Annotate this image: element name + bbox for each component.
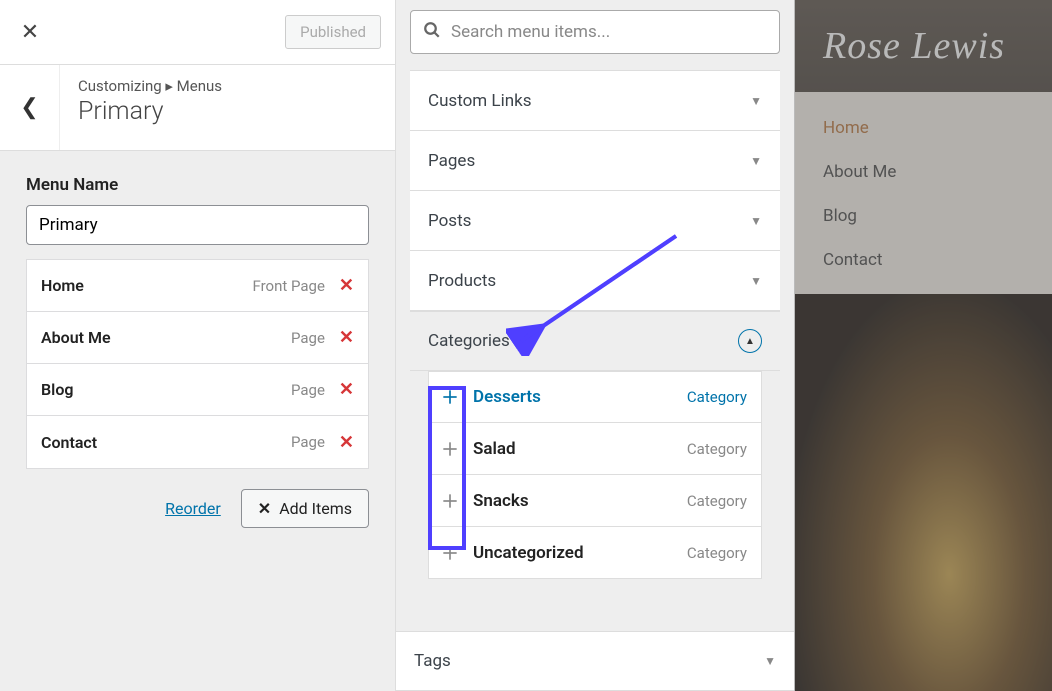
breadcrumb-part: Menus [177,77,222,95]
add-items-button[interactable]: ✕ Add Items [241,489,369,528]
menu-items-list: Home Front Page ✕About Me Page ✕Blog Pag… [26,259,369,469]
remove-item-button[interactable]: ✕ [339,327,354,348]
accordion-label: Custom Links [428,91,532,111]
breadcrumb-sep: ▸ [165,77,176,95]
add-items-label: Add Items [279,499,352,518]
accordion-products[interactable]: Products ▼ [410,251,780,311]
plus-icon[interactable] [433,543,467,563]
chevron-up-icon: ▲ [738,329,762,353]
menu-item[interactable]: Home Front Page ✕ [27,260,368,312]
remove-item-button[interactable]: ✕ [339,379,354,400]
close-icon: ✕ [258,499,271,518]
accordion-list: Custom Links ▼ Pages ▼ Posts ▼ Products ▼ Ca… [410,70,780,579]
accordion-categories[interactable]: Categories ▲ [410,311,780,371]
accordion-label: Products [428,271,496,291]
menu-item-title: Contact [41,433,291,452]
plus-icon[interactable] [433,491,467,511]
category-item[interactable]: Snacks Category [428,475,762,527]
plus-icon[interactable] [433,439,467,459]
category-title: Desserts [473,387,687,407]
breadcrumb-row: ❮ Customizing ▸ Menus Primary [0,65,395,151]
site-preview: Rose Lewis HomeAbout MeBlogContact [795,0,1052,691]
menu-item-title: About Me [41,328,291,347]
accordion-posts[interactable]: Posts ▼ [410,191,780,251]
accordion-label: Categories [428,331,510,351]
menu-name-label: Menu Name [26,175,369,195]
menu-name-input[interactable] [26,205,369,245]
menu-item[interactable]: About Me Page ✕ [27,312,368,364]
category-type: Category [687,440,747,458]
chevron-down-icon: ▼ [750,214,762,228]
category-type: Category [687,492,747,510]
accordion-pages[interactable]: Pages ▼ [410,131,780,191]
menu-item-type: Page [291,433,325,451]
category-title: Snacks [473,491,687,511]
search-input[interactable] [451,22,767,42]
close-customizer-button[interactable]: ✕ [0,0,60,65]
menu-item-type: Page [291,329,325,347]
published-button[interactable]: Published [285,15,381,49]
customizer-panel: ✕ Published ❮ Customizing ▸ Menus Primar… [0,0,395,691]
menu-item-title: Blog [41,380,291,399]
category-type: Category [687,388,747,406]
chevron-down-icon: ▼ [750,154,762,168]
remove-item-button[interactable]: ✕ [339,275,354,296]
category-title: Salad [473,439,687,459]
accordion-label: Tags [414,651,451,671]
customizer-topbar: ✕ Published [0,0,395,65]
chevron-down-icon: ▼ [750,94,762,108]
remove-item-button[interactable]: ✕ [339,432,354,453]
categories-items: Desserts Category Salad Category Snacks … [410,371,780,579]
plus-icon[interactable] [433,387,467,407]
accordion-tags[interactable]: Tags ▼ [396,631,794,691]
back-button[interactable]: ❮ [0,65,60,150]
accordion-custom-links[interactable]: Custom Links ▼ [410,71,780,131]
search-wrap[interactable] [410,10,780,54]
breadcrumb-part: Customizing [78,77,162,95]
chevron-down-icon: ▼ [764,654,776,668]
menu-item[interactable]: Blog Page ✕ [27,364,368,416]
breadcrumb: Customizing ▸ Menus [78,77,395,95]
close-icon: ✕ [21,20,39,45]
menu-item-title: Home [41,276,252,295]
menu-item[interactable]: Contact Page ✕ [27,416,368,468]
menu-item-type: Page [291,381,325,399]
preview-overlay [795,0,1052,691]
category-type: Category [687,544,747,562]
category-item[interactable]: Uncategorized Category [428,527,762,579]
page-title: Primary [78,97,395,126]
chevron-down-icon: ▼ [750,274,762,288]
category-item[interactable]: Salad Category [428,423,762,475]
chevron-left-icon: ❮ [20,95,38,120]
category-title: Uncategorized [473,543,687,563]
category-item[interactable]: Desserts Category [428,371,762,423]
menu-item-type: Front Page [252,277,324,295]
accordion-label: Pages [428,151,475,171]
reorder-link[interactable]: Reorder [165,499,221,518]
add-items-panel: Custom Links ▼ Pages ▼ Posts ▼ Products ▼ Ca… [395,0,795,691]
search-icon [423,21,441,44]
accordion-label: Posts [428,211,471,231]
